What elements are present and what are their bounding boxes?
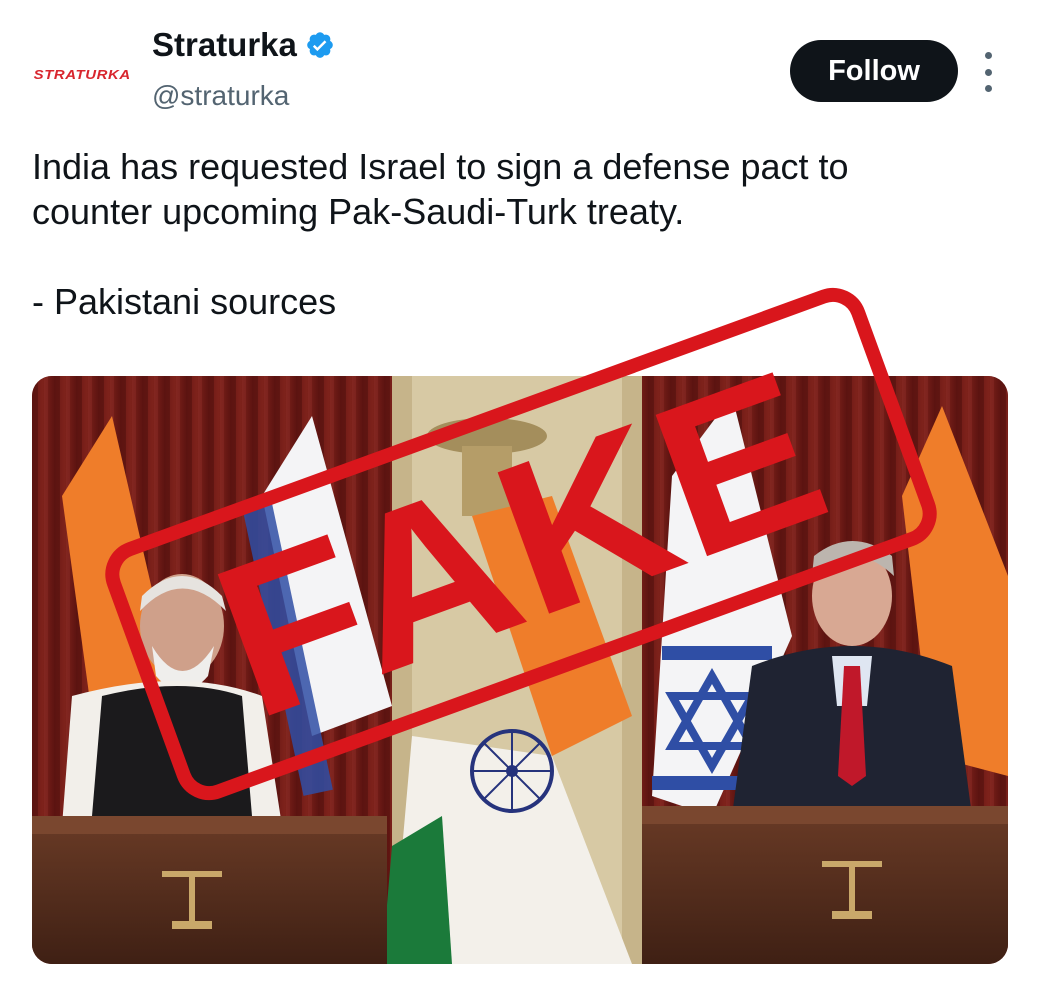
more-dot <box>984 85 992 92</box>
tweet-text-line: counter upcoming Pak-Saudi-Turk treaty. <box>32 191 685 232</box>
more-dot <box>984 68 992 76</box>
display-name[interactable]: Straturka <box>152 26 297 64</box>
avatar[interactable]: STRATURKA <box>30 22 134 126</box>
tweet-card: STRATURKA Straturka @straturka Follow In… <box>0 0 1040 992</box>
more-dot <box>984 52 992 59</box>
verified-badge-icon <box>307 32 333 58</box>
avatar-logo: STRATURKA <box>33 66 131 82</box>
tweet-text-line: India has requested Israel to sign a def… <box>32 146 849 187</box>
text-spacer <box>32 234 992 279</box>
name-row: Straturka <box>152 26 335 64</box>
follow-button[interactable]: Follow <box>790 40 958 102</box>
user-handle[interactable]: @straturka <box>152 80 289 112</box>
more-vertical-icon[interactable] <box>976 52 1000 92</box>
